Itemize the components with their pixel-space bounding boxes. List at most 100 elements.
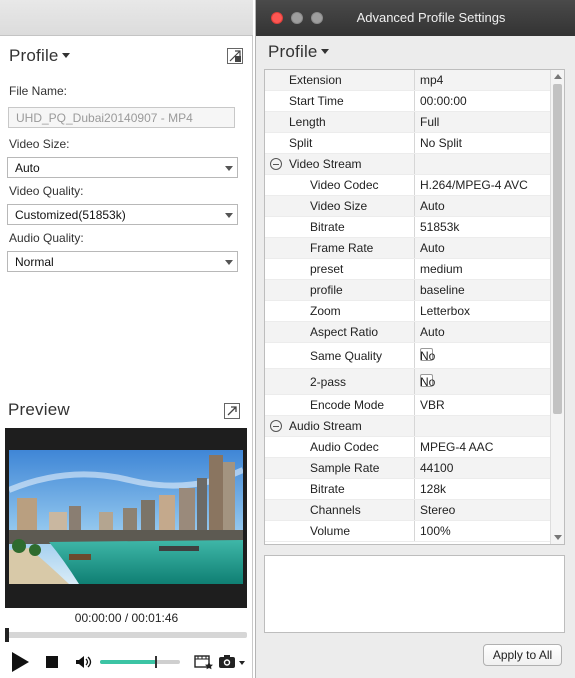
file-name-field[interactable]: UHD_PQ_Dubai20140907 - MP4 xyxy=(8,107,235,128)
settings-row[interactable]: 2-pass No xyxy=(265,369,552,395)
vertical-scrollbar[interactable] xyxy=(550,70,564,544)
stop-icon[interactable] xyxy=(46,656,58,668)
setting-value[interactable]: Auto xyxy=(420,199,445,213)
playback-controls xyxy=(0,646,253,676)
setting-value[interactable]: 128k xyxy=(420,482,446,496)
video-preview[interactable] xyxy=(5,428,247,608)
settings-group-row[interactable]: Video Stream xyxy=(265,154,552,175)
setting-key: Bitrate xyxy=(310,482,345,496)
setting-key: Sample Rate xyxy=(310,461,380,475)
window-profile-dropdown[interactable]: Profile xyxy=(268,42,329,62)
setting-key: Audio Stream xyxy=(289,419,362,433)
video-quality-select[interactable]: Customized(51853k) xyxy=(7,204,238,225)
setting-value: No xyxy=(420,349,436,363)
snapshot-camera-icon[interactable] xyxy=(218,654,246,673)
audio-quality-label: Audio Quality: xyxy=(9,231,84,245)
collapse-group-icon[interactable] xyxy=(270,420,282,432)
setting-value[interactable]: H.264/MPEG-4 AVC xyxy=(420,178,528,192)
collapse-panel-icon[interactable] xyxy=(227,48,243,64)
setting-key: Video Codec xyxy=(310,178,379,192)
column-divider xyxy=(414,521,415,541)
setting-value[interactable]: Stereo xyxy=(420,503,455,517)
settings-row[interactable]: Bitrate 51853k xyxy=(265,217,552,238)
column-divider xyxy=(414,91,415,111)
setting-key: Bitrate xyxy=(310,220,345,234)
column-divider xyxy=(414,437,415,457)
column-divider xyxy=(414,280,415,300)
video-size-value: Auto xyxy=(15,161,40,175)
clip-star-icon[interactable] xyxy=(194,654,214,673)
setting-value[interactable]: Auto xyxy=(420,325,445,339)
settings-row[interactable]: Audio Codec MPEG-4 AAC xyxy=(265,437,552,458)
settings-row[interactable]: Length Full xyxy=(265,112,552,133)
volume-slider-knob[interactable] xyxy=(155,656,157,668)
setting-key: profile xyxy=(310,283,343,297)
settings-row[interactable]: Video Codec H.264/MPEG-4 AVC xyxy=(265,175,552,196)
settings-row[interactable]: Start Time 00:00:00 xyxy=(265,91,552,112)
settings-row[interactable]: profile baseline xyxy=(265,280,552,301)
seek-bar[interactable] xyxy=(5,628,247,642)
settings-row[interactable]: Sample Rate 44100 xyxy=(265,458,552,479)
audio-quality-value: Normal xyxy=(15,255,54,269)
scroll-up-icon[interactable] xyxy=(554,74,562,79)
settings-row[interactable]: Bitrate 128k xyxy=(265,479,552,500)
column-divider xyxy=(414,70,415,90)
left-toolbar xyxy=(0,0,253,36)
profile-dropdown[interactable]: Profile xyxy=(9,46,70,66)
setting-value[interactable]: MPEG-4 AAC xyxy=(420,440,493,454)
video-quality-label: Video Quality: xyxy=(9,184,84,198)
apply-to-all-button[interactable]: Apply to All xyxy=(483,644,562,666)
video-size-select[interactable]: Auto xyxy=(7,157,238,178)
volume-icon[interactable] xyxy=(75,655,93,672)
column-divider xyxy=(414,133,415,153)
settings-row[interactable]: Extension mp4 xyxy=(265,70,552,91)
settings-row[interactable]: Zoom Letterbox xyxy=(265,301,552,322)
volume-slider-fill xyxy=(100,660,156,664)
column-divider xyxy=(414,395,415,415)
audio-quality-select[interactable]: Normal xyxy=(7,251,238,272)
advanced-profile-settings-window: Advanced Profile Settings Profile Extens… xyxy=(255,0,575,678)
video-quality-value: Customized(51853k) xyxy=(15,208,126,222)
column-divider xyxy=(414,458,415,478)
setting-value[interactable]: 100% xyxy=(420,524,451,538)
setting-value[interactable]: VBR xyxy=(420,398,445,412)
settings-row[interactable]: Video Size Auto xyxy=(265,196,552,217)
settings-row[interactable]: preset medium xyxy=(265,259,552,280)
settings-row[interactable]: Aspect Ratio Auto xyxy=(265,322,552,343)
column-divider xyxy=(414,416,415,436)
seek-handle[interactable] xyxy=(5,628,9,642)
collapse-group-icon[interactable] xyxy=(270,158,282,170)
settings-row[interactable]: Channels Stereo xyxy=(265,500,552,521)
settings-property-grid[interactable]: Extension mp4 Start Time 00:00:00 Length Full… xyxy=(264,69,565,545)
settings-row[interactable]: Split No Split xyxy=(265,133,552,154)
column-divider xyxy=(414,259,415,279)
scroll-down-icon[interactable] xyxy=(554,535,562,540)
settings-group-row[interactable]: Audio Stream xyxy=(265,416,552,437)
setting-value[interactable]: 00:00:00 xyxy=(420,94,467,108)
setting-value: No xyxy=(420,375,436,389)
setting-value[interactable]: mp4 xyxy=(420,73,443,87)
settings-row[interactable]: Encode Mode VBR xyxy=(265,395,552,416)
setting-key: Audio Codec xyxy=(310,440,379,454)
settings-row[interactable]: Frame Rate Auto xyxy=(265,238,552,259)
volume-slider[interactable] xyxy=(100,656,180,668)
setting-key: 2-pass xyxy=(310,375,347,389)
setting-value[interactable]: baseline xyxy=(420,283,465,297)
preview-header: Preview xyxy=(0,396,253,426)
expand-preview-icon[interactable] xyxy=(224,403,240,419)
setting-value[interactable]: medium xyxy=(420,262,463,276)
chevron-down-icon xyxy=(225,213,233,218)
setting-value[interactable]: No Split xyxy=(420,136,462,150)
setting-value[interactable]: Auto xyxy=(420,241,445,255)
scrollbar-thumb[interactable] xyxy=(553,84,562,414)
setting-value[interactable]: Full xyxy=(420,115,439,129)
play-icon[interactable] xyxy=(10,651,30,676)
settings-row[interactable]: Volume 100% xyxy=(265,521,552,542)
file-name-label: File Name: xyxy=(9,84,68,98)
setting-value[interactable]: 44100 xyxy=(420,461,453,475)
column-divider xyxy=(414,175,415,195)
setting-value[interactable]: Letterbox xyxy=(420,304,470,318)
setting-value[interactable]: 51853k xyxy=(420,220,459,234)
settings-row[interactable]: Same Quality No xyxy=(265,343,552,369)
settings-rows: Extension mp4 Start Time 00:00:00 Length Full… xyxy=(265,70,552,542)
